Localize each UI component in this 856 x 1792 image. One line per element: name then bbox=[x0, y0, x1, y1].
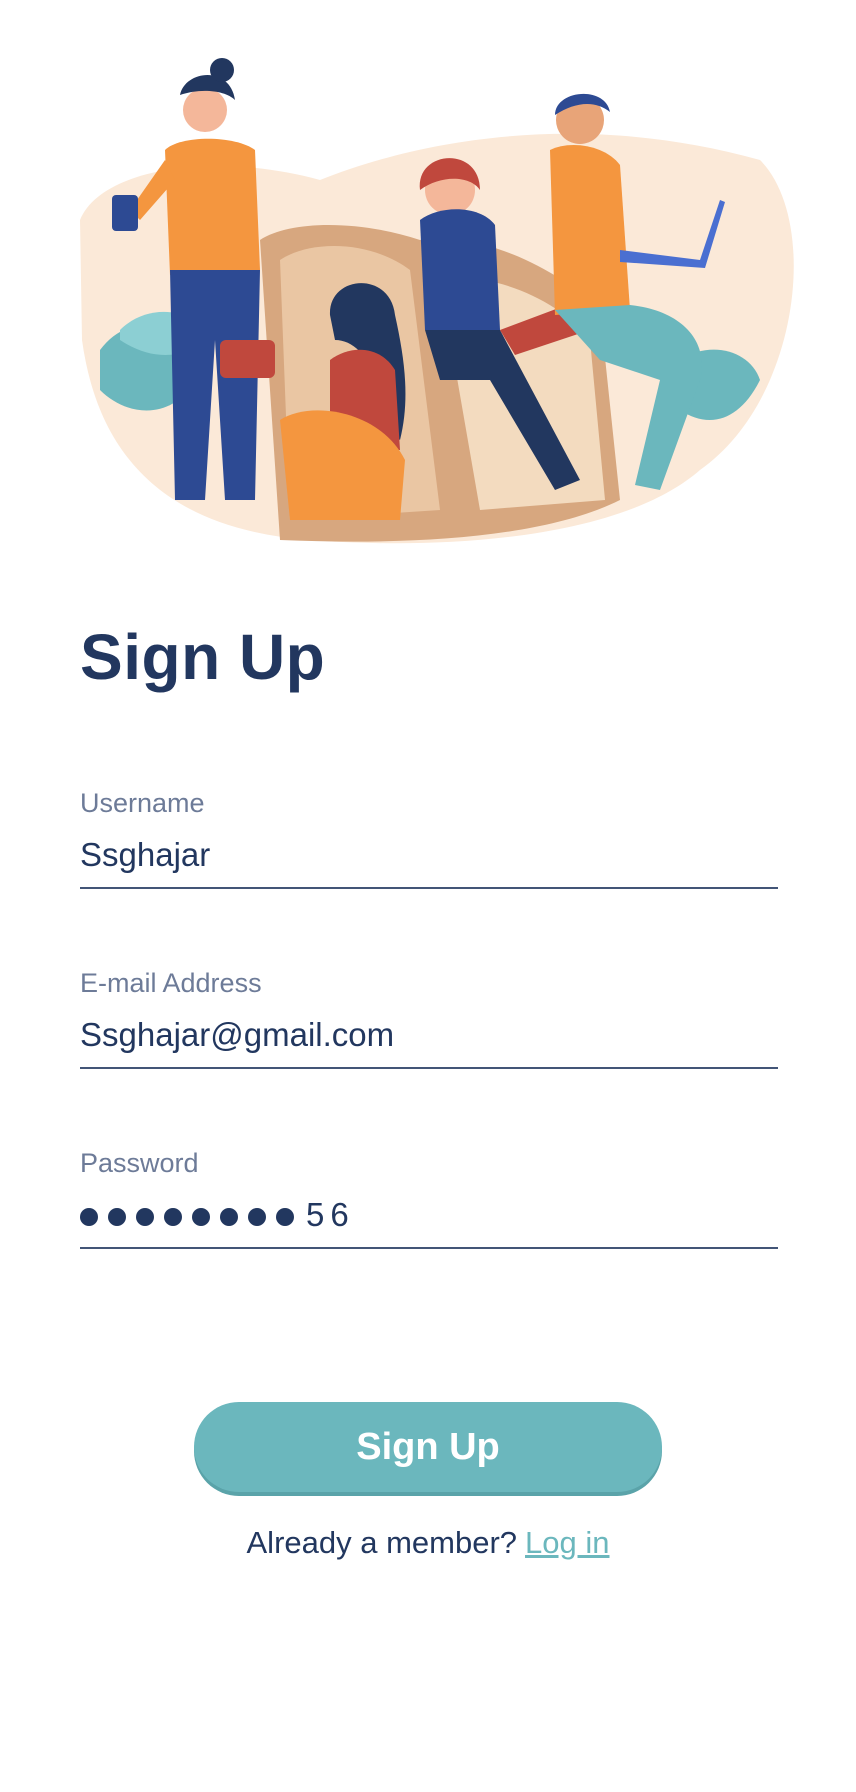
password-dot bbox=[108, 1208, 126, 1226]
password-dot bbox=[276, 1208, 294, 1226]
password-dot bbox=[248, 1208, 266, 1226]
password-dot bbox=[136, 1208, 154, 1226]
email-input[interactable]: Ssghajar@gmail.com bbox=[80, 1013, 778, 1057]
password-mask bbox=[80, 1193, 304, 1237]
password-visible-tail: 56 bbox=[306, 1196, 355, 1233]
login-prompt: Already a member? Log in bbox=[0, 1525, 856, 1561]
password-label: Password bbox=[80, 1148, 199, 1178]
username-field[interactable]: Username Ssghajar bbox=[80, 785, 778, 889]
password-dot bbox=[220, 1208, 238, 1226]
password-input[interactable]: 56 bbox=[80, 1193, 778, 1237]
email-field[interactable]: E-mail Address Ssghajar@gmail.com bbox=[80, 965, 778, 1069]
member-prompt-text: Already a member? bbox=[246, 1525, 518, 1560]
username-label: Username bbox=[80, 788, 205, 818]
login-link[interactable]: Log in bbox=[525, 1525, 609, 1560]
hero-illustration bbox=[60, 40, 796, 560]
username-input[interactable]: Ssghajar bbox=[80, 833, 778, 877]
password-dot bbox=[164, 1208, 182, 1226]
password-dot bbox=[192, 1208, 210, 1226]
page-title: Sign Up bbox=[80, 621, 326, 693]
email-underline bbox=[80, 1067, 778, 1069]
password-underline bbox=[80, 1247, 778, 1249]
email-label: E-mail Address bbox=[80, 968, 262, 998]
people-with-devices-illustration bbox=[80, 58, 794, 544]
username-underline bbox=[80, 887, 778, 889]
password-field[interactable]: Password 56 bbox=[80, 1145, 778, 1249]
password-dot bbox=[80, 1208, 98, 1226]
signup-button[interactable]: Sign Up bbox=[194, 1402, 662, 1492]
